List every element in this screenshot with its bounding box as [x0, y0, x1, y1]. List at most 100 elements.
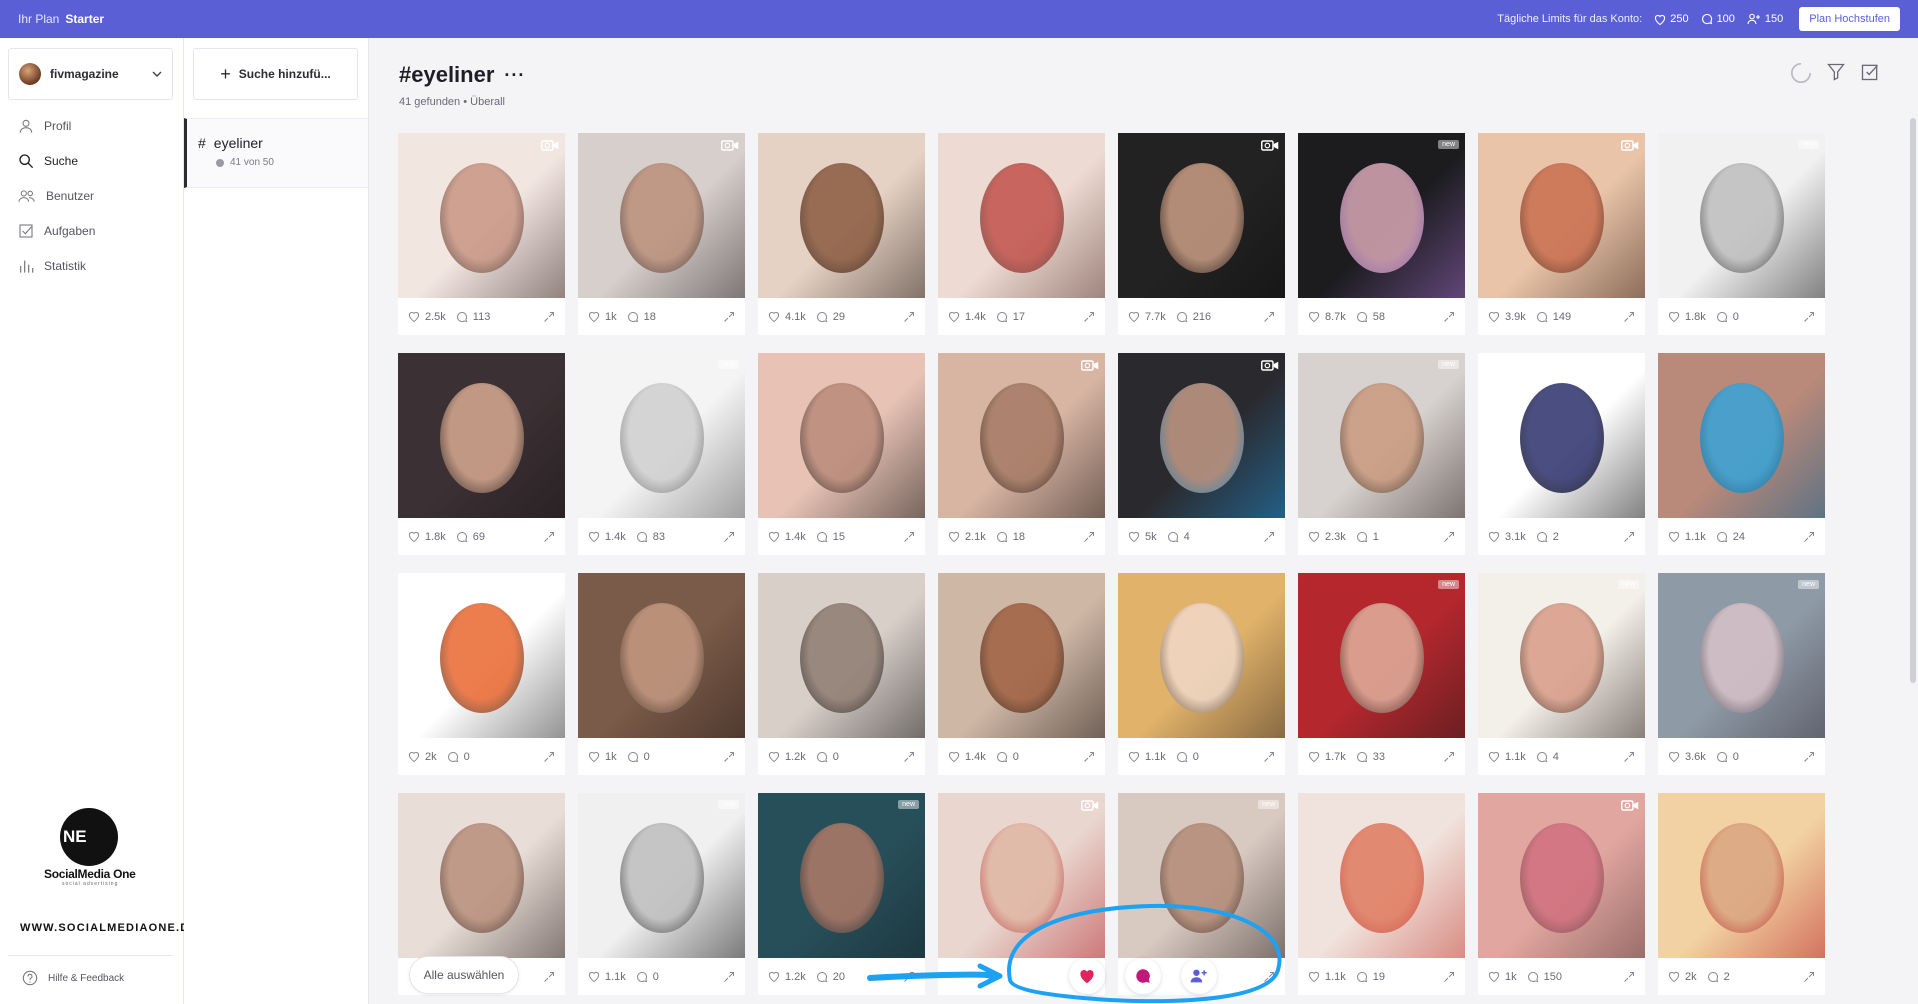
- upgrade-plan-button[interactable]: Plan Hochstufen: [1799, 7, 1900, 31]
- post-card[interactable]: 1k 150: [1478, 793, 1645, 995]
- post-card[interactable]: new 8.7k 58: [1298, 133, 1465, 335]
- expand-icon[interactable]: [723, 971, 735, 983]
- like-selected-button[interactable]: [1069, 958, 1105, 994]
- post-image[interactable]: new: [1478, 573, 1645, 738]
- post-image[interactable]: [1478, 793, 1645, 958]
- expand-icon[interactable]: [543, 311, 555, 323]
- post-image[interactable]: [398, 133, 565, 298]
- post-card[interactable]: new 3.1k 2: [1478, 353, 1645, 555]
- expand-icon[interactable]: [1803, 751, 1815, 763]
- nav-item-benutzer[interactable]: Benutzer: [18, 188, 94, 204]
- expand-icon[interactable]: [1623, 971, 1635, 983]
- post-image[interactable]: [1118, 353, 1285, 518]
- post-card[interactable]: new 3.6k 0: [1658, 573, 1825, 775]
- post-card[interactable]: 1.8k 69: [398, 353, 565, 555]
- expand-icon[interactable]: [723, 531, 735, 543]
- post-image[interactable]: new: [1118, 793, 1285, 958]
- expand-icon[interactable]: [543, 751, 555, 763]
- nav-item-profil[interactable]: Profil: [18, 118, 71, 134]
- nav-item-suche[interactable]: Suche: [18, 153, 78, 169]
- expand-icon[interactable]: [723, 311, 735, 323]
- expand-icon[interactable]: [1803, 531, 1815, 543]
- expand-icon[interactable]: [1083, 531, 1095, 543]
- post-image[interactable]: [578, 133, 745, 298]
- expand-icon[interactable]: [723, 751, 735, 763]
- post-card[interactable]: new 1.2k 20: [758, 793, 925, 995]
- post-image[interactable]: new: [578, 353, 745, 518]
- expand-icon[interactable]: [543, 971, 555, 983]
- post-card[interactable]: 1.4k 0: [938, 573, 1105, 775]
- post-card[interactable]: 2.5k 113: [398, 133, 565, 335]
- expand-icon[interactable]: [1263, 531, 1275, 543]
- expand-icon[interactable]: [1263, 971, 1275, 983]
- post-image[interactable]: new: [1298, 353, 1465, 518]
- expand-icon[interactable]: [543, 531, 555, 543]
- select-mode-icon[interactable]: [1860, 62, 1880, 82]
- add-search-button[interactable]: + Suche hinzufü...: [193, 48, 358, 100]
- expand-icon[interactable]: [1083, 311, 1095, 323]
- post-card[interactable]: 3.9k 149: [1478, 133, 1645, 335]
- post-image[interactable]: new: [758, 793, 925, 958]
- post-card[interactable]: new 1.1k 4: [1478, 573, 1645, 775]
- comment-selected-button[interactable]: [1125, 958, 1161, 994]
- expand-icon[interactable]: [1623, 531, 1635, 543]
- expand-icon[interactable]: [1263, 311, 1275, 323]
- post-image[interactable]: new: [1658, 133, 1825, 298]
- scrollbar[interactable]: [1910, 118, 1916, 683]
- expand-icon[interactable]: [1443, 971, 1455, 983]
- post-image[interactable]: [1298, 793, 1465, 958]
- post-image[interactable]: new: [1658, 573, 1825, 738]
- post-image[interactable]: [758, 353, 925, 518]
- expand-icon[interactable]: [1263, 751, 1275, 763]
- post-card[interactable]: 5k 4: [1118, 353, 1285, 555]
- follow-selected-button[interactable]: [1181, 958, 1217, 994]
- expand-icon[interactable]: [1443, 531, 1455, 543]
- post-card[interactable]: new 1.1k 0: [578, 793, 745, 995]
- post-card[interactable]: 1.4k 17: [938, 133, 1105, 335]
- post-card[interactable]: 4.1k 29: [758, 133, 925, 335]
- post-image[interactable]: [938, 133, 1105, 298]
- post-image[interactable]: [578, 573, 745, 738]
- expand-icon[interactable]: [1083, 751, 1095, 763]
- expand-icon[interactable]: [1623, 751, 1635, 763]
- post-card[interactable]: 2k 2: [1658, 793, 1825, 995]
- help-feedback-link[interactable]: Hilfe & Feedback: [22, 970, 124, 986]
- post-card[interactable]: 1.4k 15: [758, 353, 925, 555]
- post-image[interactable]: new: [1298, 133, 1465, 298]
- post-card[interactable]: new 1.4k 83: [578, 353, 745, 555]
- post-card[interactable]: 2k 0: [398, 573, 565, 775]
- post-card[interactable]: new 1.7k 33: [1298, 573, 1465, 775]
- expand-icon[interactable]: [1443, 751, 1455, 763]
- account-switcher[interactable]: fivmagazine: [8, 48, 173, 100]
- post-card[interactable]: 1k 18: [578, 133, 745, 335]
- post-image[interactable]: [398, 793, 565, 958]
- post-image[interactable]: [938, 793, 1105, 958]
- post-card[interactable]: 7.7k 216: [1118, 133, 1285, 335]
- post-image[interactable]: [1478, 133, 1645, 298]
- post-image[interactable]: [938, 353, 1105, 518]
- post-image[interactable]: [1658, 353, 1825, 518]
- post-image[interactable]: [1118, 573, 1285, 738]
- post-image[interactable]: [1118, 133, 1285, 298]
- expand-icon[interactable]: [903, 971, 915, 983]
- nav-item-aufgaben[interactable]: Aufgaben: [18, 223, 95, 239]
- expand-icon[interactable]: [1803, 971, 1815, 983]
- post-card[interactable]: 1.1k 19: [1298, 793, 1465, 995]
- post-image[interactable]: [398, 353, 565, 518]
- post-image[interactable]: [758, 573, 925, 738]
- expand-icon[interactable]: [1443, 311, 1455, 323]
- filter-icon[interactable]: [1826, 62, 1846, 82]
- expand-icon[interactable]: [1803, 311, 1815, 323]
- nav-item-statistik[interactable]: Statistik: [18, 258, 86, 274]
- expand-icon[interactable]: [903, 751, 915, 763]
- post-card[interactable]: new 1.8k 0: [1658, 133, 1825, 335]
- saved-search-eyeliner[interactable]: # eyeliner 41 von 50: [184, 118, 368, 188]
- post-image[interactable]: new: [1478, 353, 1645, 518]
- post-image[interactable]: [1658, 793, 1825, 958]
- more-options-icon[interactable]: ···: [504, 65, 525, 86]
- expand-icon[interactable]: [903, 311, 915, 323]
- post-image[interactable]: [758, 133, 925, 298]
- expand-icon[interactable]: [903, 531, 915, 543]
- post-card[interactable]: 1.1k 0: [1118, 573, 1285, 775]
- post-image[interactable]: [938, 573, 1105, 738]
